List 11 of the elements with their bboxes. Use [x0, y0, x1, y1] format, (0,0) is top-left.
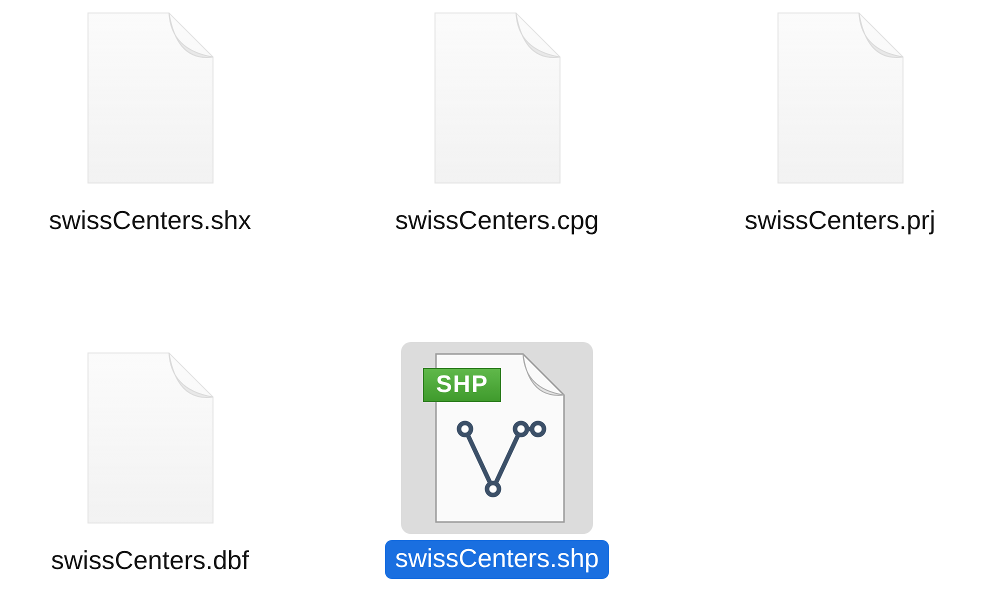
document-icon — [86, 352, 214, 524]
document-icon — [434, 12, 560, 184]
file-name[interactable]: swissCenters.cpg — [385, 202, 609, 241]
vector-path-icon — [456, 420, 546, 498]
file-name[interactable]: swissCenters.shx — [38, 202, 262, 241]
document-icon — [776, 12, 904, 184]
file-name[interactable]: swissCenters.dbf — [41, 542, 259, 581]
file-type-badge: SHP — [423, 368, 502, 402]
document-icon — [86, 12, 214, 184]
file-name[interactable]: swissCenters.prj — [734, 202, 946, 241]
file-name[interactable]: swissCenters.shp — [385, 540, 609, 579]
